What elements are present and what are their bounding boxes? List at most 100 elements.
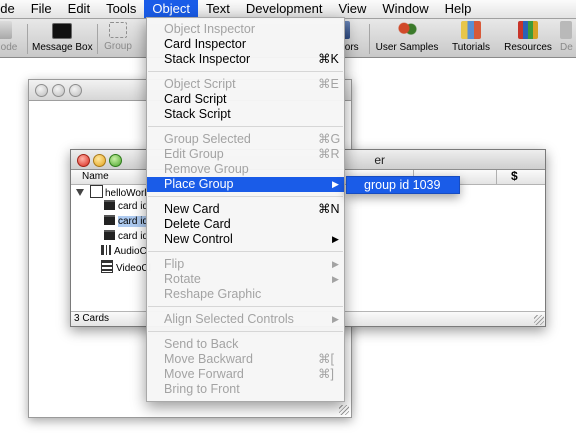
dictionary-icon bbox=[560, 21, 572, 39]
menu-help[interactable]: Help bbox=[437, 0, 480, 18]
resize-handle[interactable] bbox=[339, 405, 349, 415]
submenu-arrow-icon: ▶ bbox=[332, 234, 339, 244]
video-clip-icon bbox=[101, 260, 113, 273]
column-name-header[interactable]: Name bbox=[82, 171, 109, 182]
menu-item-label: Place Group bbox=[164, 177, 234, 191]
menu-item-flip: Flip ▶ bbox=[147, 257, 344, 272]
menu-item-move-forward: Move Forward ⌘] bbox=[147, 367, 344, 382]
menu-item-shortcut: ⌘R bbox=[318, 147, 340, 161]
menu-item-send-to-back: Send to Back bbox=[147, 337, 344, 352]
menu-object[interactable]: Object bbox=[144, 0, 198, 18]
menu-item-label: Edit Group bbox=[164, 147, 224, 161]
zoom-icon[interactable] bbox=[109, 154, 122, 167]
menu-item-bring-to-front: Bring to Front bbox=[147, 382, 344, 397]
menu-item-new-control[interactable]: New Control ▶ bbox=[147, 232, 344, 247]
code-button[interactable]: ode bbox=[0, 21, 24, 53]
tree-card-row[interactable]: card id bbox=[104, 200, 148, 214]
menu-item-label: Send to Back bbox=[164, 337, 239, 351]
menu-text[interactable]: Text bbox=[198, 0, 238, 18]
menu-item-label: Flip bbox=[164, 257, 185, 271]
menu-edit[interactable]: Edit bbox=[60, 0, 98, 18]
menu-item-label: Remove Group bbox=[164, 162, 249, 176]
script-column-icon[interactable]: $ bbox=[511, 169, 518, 183]
menu-item-stack-inspector[interactable]: Stack Inspector ⌘K bbox=[147, 52, 344, 67]
menu-item-reshape-graphic: Reshape Graphic bbox=[147, 287, 344, 302]
menu-item-object-inspector: Object Inspector bbox=[147, 22, 344, 37]
zoom-icon[interactable] bbox=[69, 84, 82, 97]
close-icon[interactable] bbox=[77, 154, 90, 167]
card-icon bbox=[104, 200, 115, 210]
tutorials-button[interactable]: Tutorials bbox=[447, 21, 495, 53]
card-icon bbox=[104, 230, 115, 240]
menu-item-object-script: Object Script ⌘E bbox=[147, 77, 344, 92]
tree-audio-row[interactable]: AudioC bbox=[101, 245, 147, 259]
group-icon bbox=[109, 22, 127, 38]
tutorials-icon bbox=[461, 21, 481, 39]
menu-item-card-script[interactable]: Card Script bbox=[147, 92, 344, 107]
toolbar-divider bbox=[369, 24, 370, 54]
resources-button[interactable]: Resources bbox=[503, 21, 553, 53]
card-icon bbox=[104, 215, 115, 225]
menu-item-delete-card[interactable]: Delete Card bbox=[147, 217, 344, 232]
menu-item-label: Bring to Front bbox=[164, 382, 240, 396]
tree-card-row-selected[interactable]: card id bbox=[104, 215, 149, 229]
menu-item-group-selected: Group Selected ⌘G bbox=[147, 132, 344, 147]
stack-icon bbox=[90, 185, 103, 198]
tree-card-row[interactable]: card id bbox=[104, 230, 148, 244]
menu-separator bbox=[148, 126, 343, 127]
code-icon bbox=[0, 21, 12, 39]
menu-item-label: Card Inspector bbox=[164, 37, 246, 51]
menu-item-label: Object Script bbox=[164, 77, 236, 91]
menu-item-label: Stack Inspector bbox=[164, 52, 251, 66]
menu-item-new-card[interactable]: New Card ⌘N bbox=[147, 202, 344, 217]
menu-separator bbox=[148, 71, 343, 72]
minimize-icon[interactable] bbox=[93, 154, 106, 167]
submenu-arrow-icon: ▶ bbox=[332, 274, 339, 284]
menu-separator bbox=[148, 251, 343, 252]
menu-separator bbox=[148, 196, 343, 197]
menu-view[interactable]: View bbox=[330, 0, 374, 18]
menu-item-stack-script[interactable]: Stack Script bbox=[147, 107, 344, 122]
menu-item-card-inspector[interactable]: Card Inspector bbox=[147, 37, 344, 52]
menu-separator bbox=[148, 306, 343, 307]
place-group-submenu[interactable]: group id 1039 bbox=[346, 176, 460, 194]
card-count-status: 3 Cards bbox=[74, 313, 110, 324]
menu-item-label: Delete Card bbox=[164, 217, 231, 231]
submenu-item-group-id-1039[interactable]: group id 1039 bbox=[364, 178, 440, 192]
menu-item-label: Object Inspector bbox=[164, 22, 256, 36]
minimize-icon[interactable] bbox=[52, 84, 65, 97]
resize-handle[interactable] bbox=[534, 315, 544, 325]
menu-code[interactable]: ode bbox=[0, 0, 23, 18]
tree-video-row[interactable]: VideoCl bbox=[101, 260, 151, 274]
disclosure-triangle-icon[interactable] bbox=[76, 189, 84, 196]
menu-item-shortcut: ⌘[ bbox=[318, 352, 334, 366]
menu-development[interactable]: Development bbox=[238, 0, 331, 18]
menu-window[interactable]: Window bbox=[374, 0, 436, 18]
message-box-icon bbox=[52, 23, 72, 39]
menu-tools[interactable]: Tools bbox=[98, 0, 144, 18]
resources-icon bbox=[518, 21, 538, 39]
menu-item-shortcut: ⌘E bbox=[318, 77, 339, 91]
toolbar-divider bbox=[97, 24, 98, 54]
menu-item-shortcut: ⌘N bbox=[318, 202, 340, 216]
menu-item-move-backward: Move Backward ⌘[ bbox=[147, 352, 344, 367]
submenu-arrow-icon: ▶ bbox=[332, 259, 339, 269]
menu-item-label: New Card bbox=[164, 202, 220, 216]
editors-button[interactable]: tors bbox=[342, 21, 366, 53]
menu-item-label: Reshape Graphic bbox=[164, 287, 262, 301]
menu-item-label: Align Selected Controls bbox=[164, 312, 294, 326]
window-title: er bbox=[374, 153, 385, 167]
menu-item-place-group[interactable]: Place Group ▶ bbox=[147, 177, 344, 192]
menu-file[interactable]: File bbox=[23, 0, 60, 18]
menu-item-label: Group Selected bbox=[164, 132, 251, 146]
menu-item-label: Card Script bbox=[164, 92, 227, 106]
message-box-button[interactable]: Message Box bbox=[32, 21, 93, 53]
object-menu: Object Inspector Card Inspector Stack Insp… bbox=[146, 17, 345, 402]
tree-root[interactable]: helloWorl bbox=[76, 185, 147, 199]
menu-item-shortcut: ⌘] bbox=[318, 367, 334, 381]
group-button[interactable]: Group bbox=[101, 21, 135, 52]
user-samples-button[interactable]: User Samples bbox=[375, 21, 439, 53]
menu-item-remove-group: Remove Group bbox=[147, 162, 344, 177]
dictionary-button[interactable]: De bbox=[560, 21, 576, 53]
close-icon[interactable] bbox=[35, 84, 48, 97]
